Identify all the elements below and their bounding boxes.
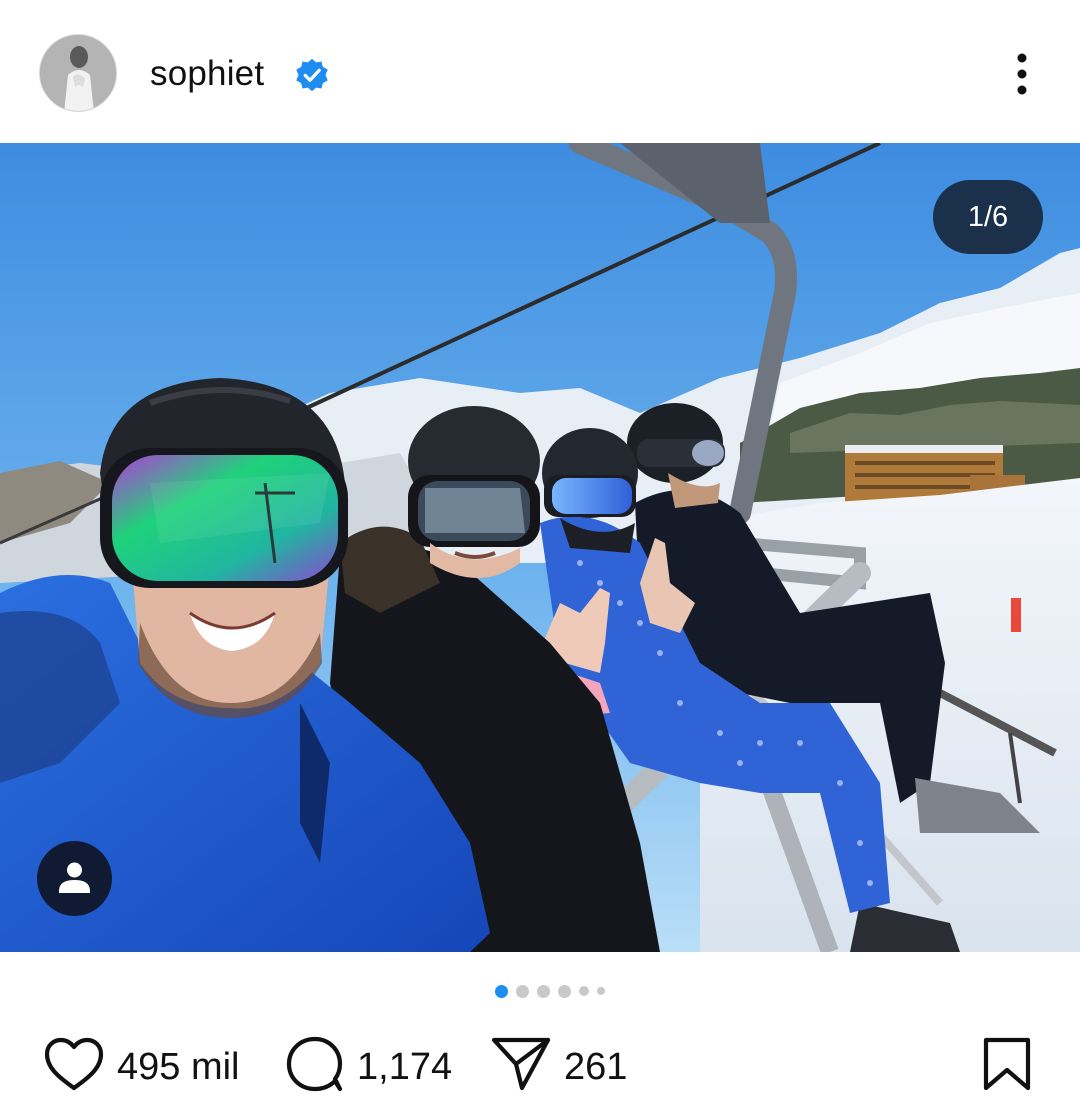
carousel-dot-1 bbox=[495, 984, 508, 998]
carousel-counter: 1/6 bbox=[933, 180, 1043, 254]
username[interactable]: sophiet bbox=[150, 52, 264, 96]
bookmark-icon[interactable] bbox=[982, 1036, 1032, 1092]
verified-badge-icon bbox=[296, 58, 328, 92]
post-header: sophiet bbox=[0, 0, 1080, 143]
user-tag-icon bbox=[59, 862, 90, 893]
heart-icon[interactable] bbox=[43, 1036, 105, 1092]
action-bar: 495 mil 1,174 261 bbox=[0, 1020, 1080, 1112]
likes-count[interactable]: 495 mil bbox=[117, 1045, 240, 1089]
ski-lift-photo bbox=[0, 143, 1080, 952]
carousel-indicator bbox=[495, 984, 605, 998]
comments-count[interactable]: 1,174 bbox=[357, 1045, 452, 1089]
carousel-dot-2 bbox=[516, 984, 529, 998]
send-icon[interactable] bbox=[490, 1034, 552, 1092]
more-vertical-icon[interactable] bbox=[1002, 50, 1042, 98]
avatar-image bbox=[40, 35, 116, 111]
post-photo[interactable] bbox=[0, 143, 1080, 952]
profile-avatar[interactable] bbox=[39, 34, 117, 112]
comment-icon[interactable] bbox=[284, 1034, 346, 1094]
carousel-dot-3 bbox=[537, 984, 550, 998]
carousel-dot-5 bbox=[579, 986, 589, 996]
carousel-dot-6 bbox=[597, 987, 605, 995]
shares-count[interactable]: 261 bbox=[564, 1045, 627, 1089]
user-tag-button[interactable] bbox=[37, 841, 112, 916]
carousel-dot-4 bbox=[558, 984, 571, 998]
